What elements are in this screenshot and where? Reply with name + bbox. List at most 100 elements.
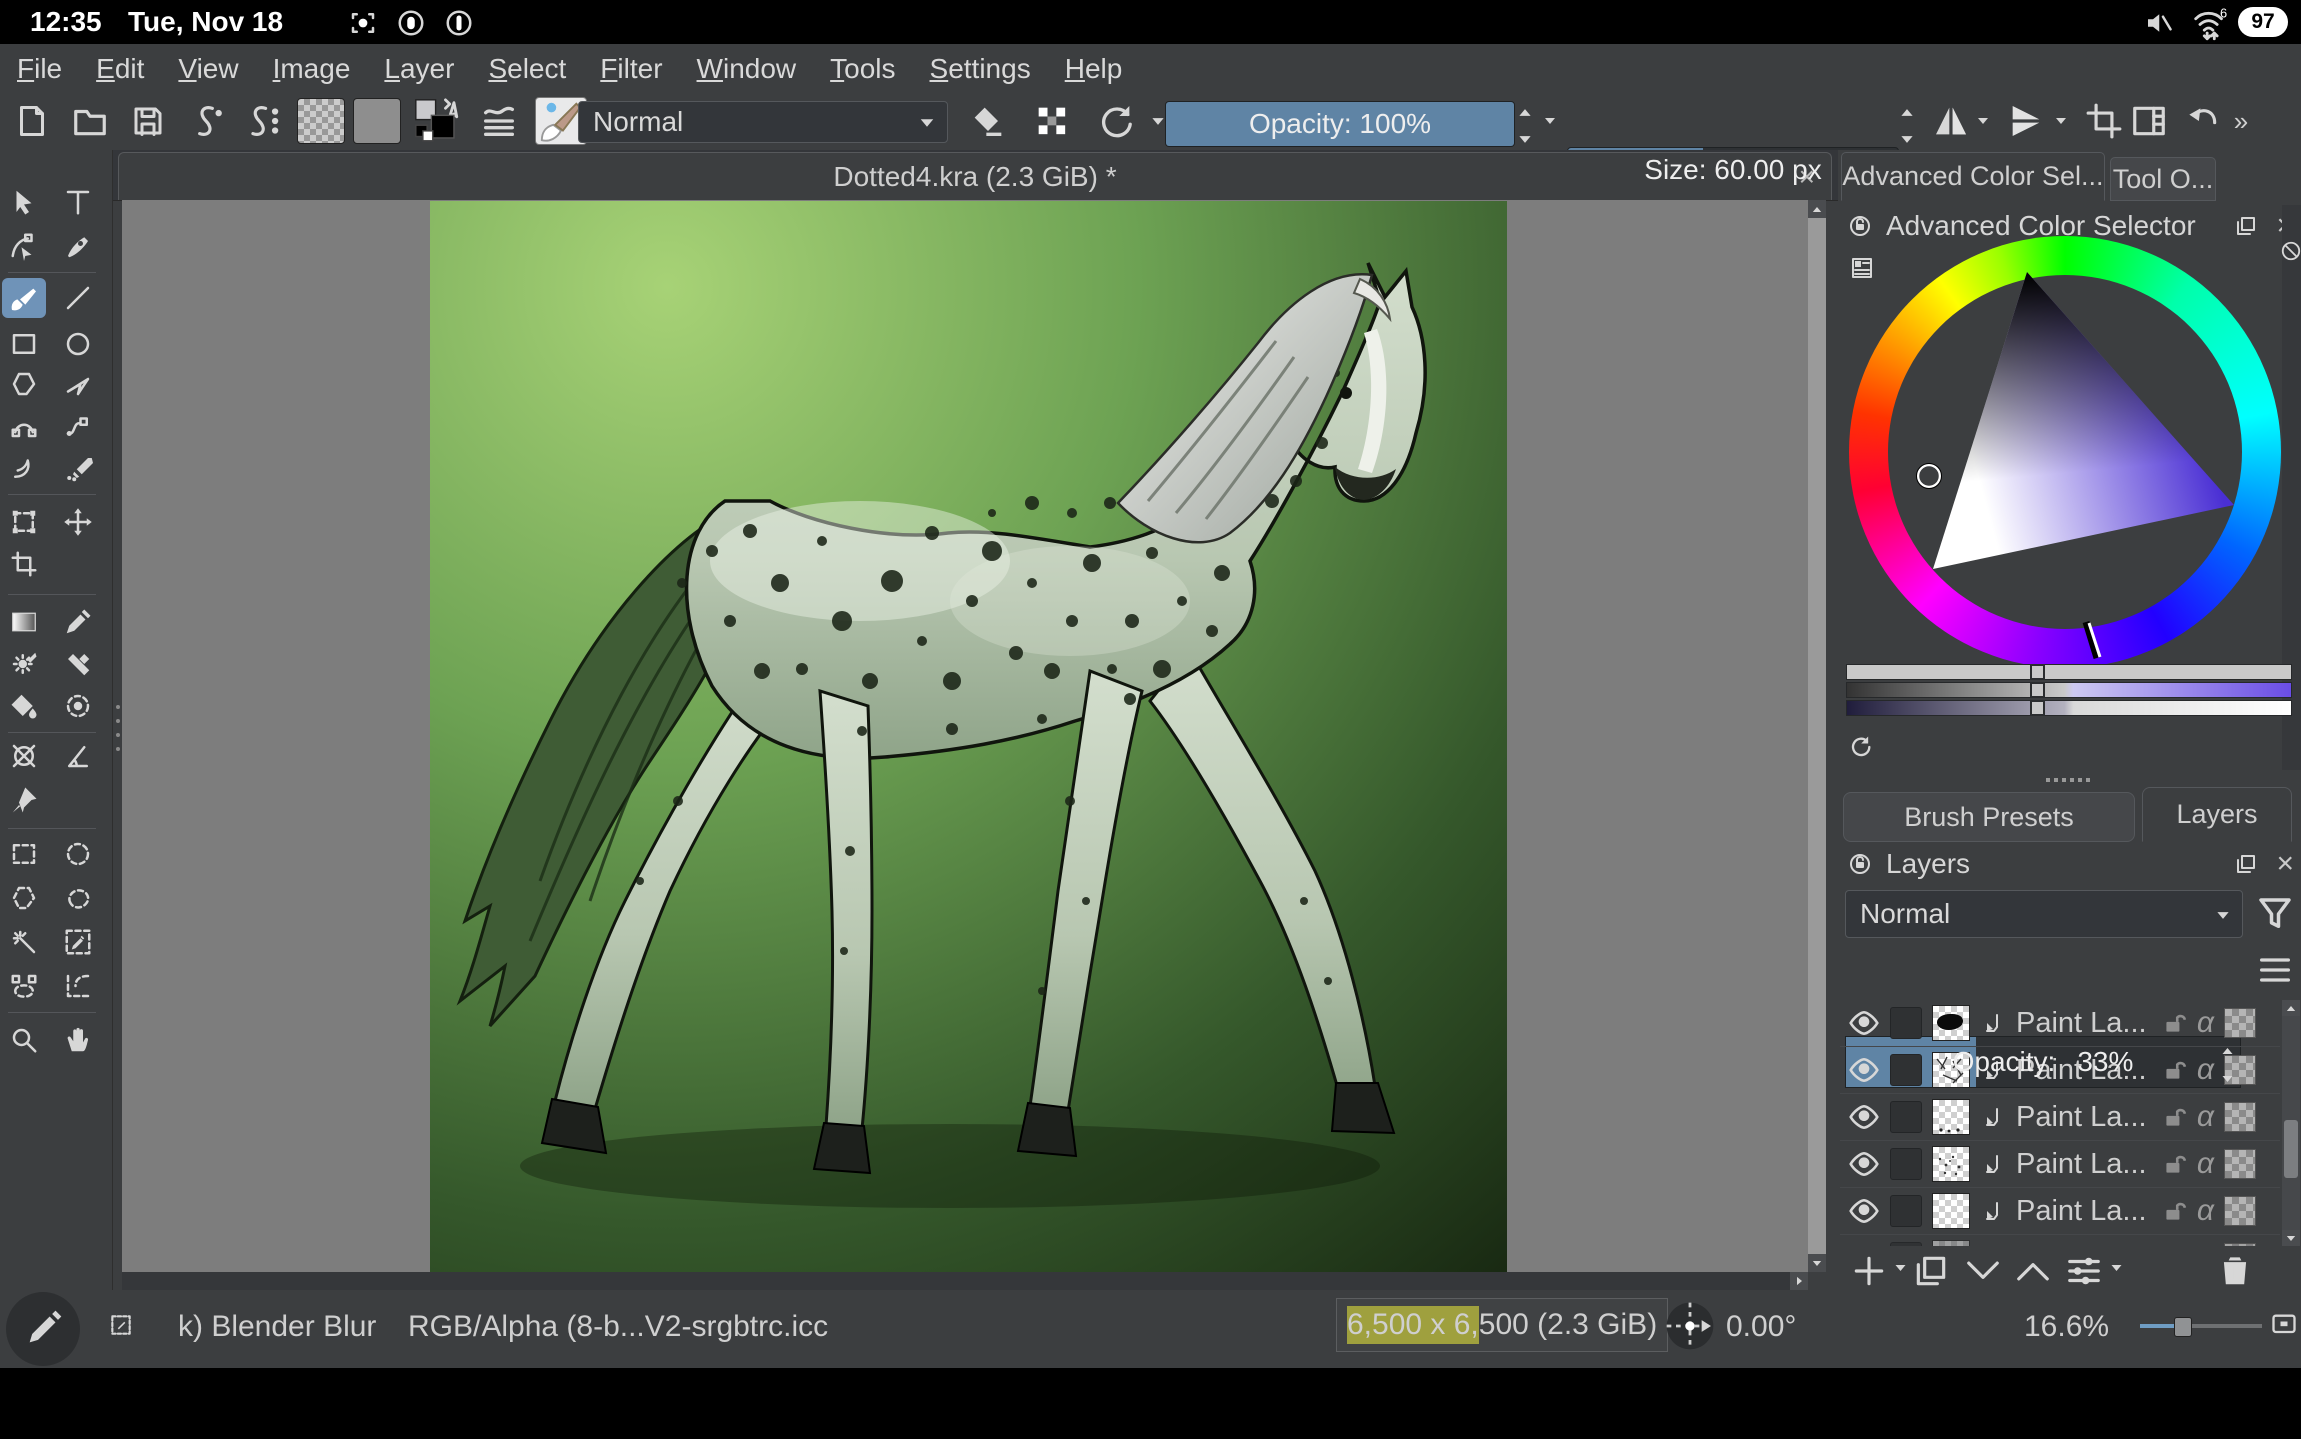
visibility-eye-icon[interactable] bbox=[1848, 1058, 1880, 1082]
tab-layers[interactable]: Layers bbox=[2142, 787, 2292, 842]
tool-polygon[interactable] bbox=[2, 364, 46, 404]
panel-splitter-handle[interactable] bbox=[116, 705, 120, 751]
tool-fill[interactable] bbox=[2, 686, 46, 726]
layer-row[interactable]: Paint La... α bbox=[1840, 1047, 2280, 1094]
add-layer-button[interactable] bbox=[1850, 1252, 1888, 1290]
gradient-curve-button[interactable] bbox=[182, 100, 230, 142]
alpha-lock-icon[interactable]: α bbox=[2197, 1053, 2214, 1087]
mirror-horizontal-options-arrow[interactable] bbox=[1972, 100, 1994, 142]
workspace-chooser-button[interactable] bbox=[2124, 100, 2174, 142]
menu-settings[interactable]: Settings bbox=[913, 53, 1048, 85]
zoom-value[interactable]: 16.6% bbox=[2024, 1310, 2109, 1344]
menu-window[interactable]: Window bbox=[680, 53, 814, 85]
menu-filter[interactable]: Filter bbox=[583, 53, 679, 85]
tool-transform[interactable] bbox=[2, 502, 46, 542]
tool-freehand-select[interactable] bbox=[56, 878, 100, 918]
menu-help[interactable]: Help bbox=[1048, 53, 1140, 85]
inherit-alpha-checker-icon[interactable] bbox=[2224, 1008, 2256, 1038]
menu-image[interactable]: Image bbox=[256, 53, 368, 85]
layer-blend-mode-dropdown[interactable]: Normal bbox=[1845, 890, 2243, 938]
tool-freehand-brush[interactable] bbox=[2, 278, 46, 318]
inherit-alpha-icon[interactable] bbox=[1978, 1152, 2002, 1176]
tool-crop[interactable] bbox=[2, 544, 46, 584]
image-dimensions[interactable]: 6,500 x 6, 500 (2.3 GiB) bbox=[1336, 1298, 1668, 1352]
layer-row[interactable]: Paint La... α bbox=[1840, 1141, 2280, 1188]
inherit-alpha-checker-icon[interactable] bbox=[2224, 1243, 2256, 1246]
opacity-slider[interactable]: Opacity: 100% bbox=[1165, 101, 1515, 147]
tool-move[interactable] bbox=[56, 502, 100, 542]
tool-bezier-curve[interactable] bbox=[2, 406, 46, 446]
tool-color-sampler[interactable] bbox=[56, 602, 100, 642]
tool-gradient[interactable] bbox=[2, 602, 46, 642]
tool-calligraphy[interactable] bbox=[56, 226, 100, 266]
rotation-value[interactable]: 0.00° bbox=[1726, 1310, 1796, 1344]
menu-layer[interactable]: Layer bbox=[367, 53, 471, 85]
selection-indicator-icon[interactable] bbox=[108, 1312, 134, 1338]
inherit-alpha-checker-icon[interactable] bbox=[2224, 1102, 2256, 1132]
tool-ellipse-select[interactable] bbox=[56, 834, 100, 874]
tool-assistants[interactable] bbox=[2, 736, 46, 776]
inherit-alpha-checker-icon[interactable] bbox=[2224, 1149, 2256, 1179]
tool-measure[interactable] bbox=[56, 736, 100, 776]
tool-line[interactable] bbox=[56, 278, 100, 318]
inherit-alpha-icon[interactable] bbox=[1978, 1011, 2002, 1035]
canvas-vertical-scrollbar[interactable] bbox=[1808, 200, 1826, 1272]
pattern-swatch[interactable] bbox=[352, 100, 402, 142]
layer-color-label[interactable] bbox=[1890, 1242, 1922, 1246]
lock-icon[interactable] bbox=[2161, 1198, 2187, 1224]
visibility-eye-icon[interactable] bbox=[1848, 1199, 1880, 1223]
docker-lock-icon[interactable] bbox=[1848, 214, 1872, 238]
inherit-alpha-icon[interactable] bbox=[1978, 1199, 2002, 1223]
menu-edit[interactable]: Edit bbox=[79, 53, 161, 85]
tool-multibrush[interactable] bbox=[56, 448, 100, 488]
layer-row[interactable]: Paint La... α bbox=[1840, 1188, 2280, 1235]
canvas-only-mode-icon[interactable] bbox=[2270, 1312, 2298, 1338]
layer-thumbnail[interactable] bbox=[1932, 1240, 1970, 1246]
layer-color-label[interactable] bbox=[1890, 1007, 1922, 1039]
docker-lock-icon[interactable] bbox=[1848, 852, 1872, 876]
tab-tool-options[interactable]: Tool O... bbox=[2110, 157, 2216, 201]
tool-rect-select[interactable] bbox=[2, 834, 46, 874]
tool-colorize-mask[interactable] bbox=[56, 644, 100, 684]
duplicate-layer-button[interactable] bbox=[1912, 1252, 1950, 1290]
lock-icon[interactable] bbox=[2161, 1104, 2187, 1130]
zoom-slider-handle[interactable] bbox=[2174, 1317, 2192, 1337]
inherit-alpha-icon[interactable] bbox=[1978, 1105, 2002, 1129]
layer-options-icon[interactable] bbox=[2254, 950, 2296, 990]
pattern-curve-button[interactable] bbox=[240, 100, 288, 142]
float-docker-icon[interactable] bbox=[2234, 214, 2258, 238]
open-document-button[interactable] bbox=[66, 100, 114, 142]
layer-color-label[interactable] bbox=[1890, 1195, 1922, 1227]
shade-bar-3[interactable] bbox=[1846, 700, 2292, 716]
layer-opacity-spinner[interactable] bbox=[2219, 1043, 2236, 1087]
sv-triangle[interactable] bbox=[1849, 236, 2281, 668]
no-color-icon[interactable] bbox=[2280, 240, 2301, 262]
opacity-options-arrow[interactable] bbox=[1538, 100, 1562, 142]
tool-magic-wand-select[interactable] bbox=[2, 922, 46, 962]
alpha-lock-icon[interactable]: α bbox=[2197, 1100, 2214, 1134]
alpha-lock-icon[interactable]: α bbox=[2197, 1194, 2214, 1228]
mirror-vertical-options-arrow[interactable] bbox=[2050, 100, 2072, 142]
tool-select-shapes[interactable] bbox=[2, 182, 46, 222]
opacity-spinner[interactable] bbox=[1516, 104, 1534, 148]
menu-view[interactable]: View bbox=[161, 53, 255, 85]
menu-file[interactable]: File bbox=[0, 53, 79, 85]
tool-freehand-path[interactable] bbox=[56, 406, 100, 446]
float-docker-icon[interactable] bbox=[2234, 852, 2258, 876]
save-button[interactable] bbox=[124, 100, 172, 142]
tool-bezier-select[interactable] bbox=[2, 966, 46, 1006]
tool-edit-shapes[interactable] bbox=[2, 226, 46, 266]
tool-text[interactable] bbox=[56, 182, 100, 222]
layer-color-label[interactable] bbox=[1890, 1101, 1922, 1133]
tool-zoom[interactable] bbox=[2, 1020, 46, 1060]
undo-button[interactable] bbox=[2178, 100, 2226, 142]
colorspace-label[interactable]: RGB/Alpha (8-b...V2-srgbtrc.icc bbox=[408, 1310, 828, 1344]
tool-ellipse[interactable] bbox=[56, 324, 100, 364]
layer-thumbnail[interactable] bbox=[1932, 1099, 1970, 1135]
move-layer-up-button[interactable] bbox=[2014, 1256, 2052, 1286]
lock-icon[interactable] bbox=[2161, 1010, 2187, 1036]
close-docker-icon[interactable]: × bbox=[2276, 847, 2294, 881]
layer-color-label[interactable] bbox=[1890, 1054, 1922, 1086]
alpha-lock-icon[interactable]: α bbox=[2197, 1006, 2214, 1040]
sv-cursor[interactable] bbox=[1918, 465, 1940, 487]
